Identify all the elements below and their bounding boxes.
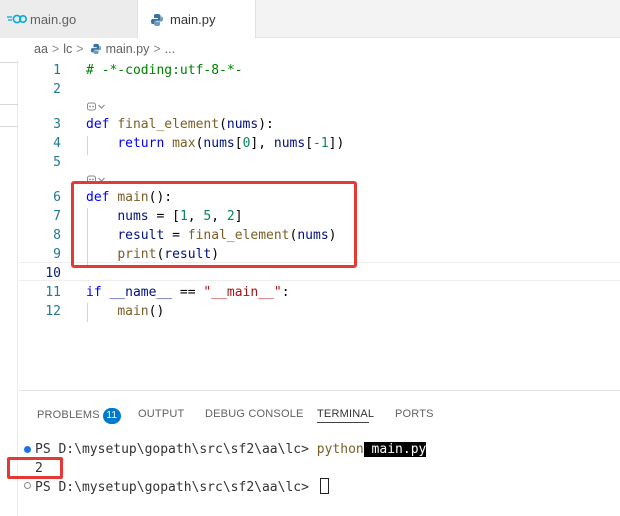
- line-number: 9: [53, 247, 61, 262]
- line-number: 7: [53, 209, 61, 224]
- tab-label: main.go: [30, 11, 77, 27]
- code-line: 4 return max(nums[0], nums[-1]): [19, 134, 620, 153]
- line-number: 12: [45, 304, 61, 319]
- command-pending-dot[interactable]: [24, 482, 31, 489]
- python-icon: [151, 14, 163, 26]
- breadcrumb: aa > lc > main.py > ...: [0, 38, 620, 60]
- terminal-prompt: PS D:\mysetup\gopath\src\sf2\aa\lc>: [35, 442, 317, 457]
- chevron-down-icon: [98, 104, 105, 109]
- tab-ports[interactable]: PORTS: [395, 408, 434, 420]
- codelens[interactable]: [86, 101, 106, 112]
- line-number: 4: [53, 136, 61, 151]
- terminal-cursor: [319, 478, 329, 494]
- breadcrumb-separator: >: [153, 42, 161, 56]
- line-number: 11: [45, 285, 61, 300]
- code-line: 1 # -*-coding:utf-8-*-: [19, 61, 620, 80]
- editor-tab-bar: main.go main.py: [0, 0, 620, 39]
- breadcrumb-separator: >: [76, 42, 84, 56]
- tab-main-py[interactable]: main.py: [138, 0, 256, 39]
- breadcrumb-item-lc[interactable]: lc: [63, 42, 72, 56]
- code-text: # -*-coding:utf-8-*-: [86, 63, 243, 78]
- python-icon: [90, 43, 101, 55]
- strip-divider: [0, 62, 18, 63]
- tab-problems[interactable]: PROBLEMS 11: [37, 408, 121, 424]
- code-text: return max(nums[0], nums[-1]): [117, 136, 345, 151]
- tab-label: PROBLEMS: [37, 409, 100, 421]
- codelens-row: [19, 97, 620, 116]
- terminal-line-1[interactable]: PS D:\mysetup\gopath\src\sf2\aa\lc> pyth…: [35, 442, 427, 457]
- line-number: 8: [53, 228, 61, 243]
- line-number: 10: [45, 266, 61, 281]
- breadcrumb-item-main-py[interactable]: main.py: [106, 42, 150, 56]
- active-tab-indicator: [317, 422, 369, 423]
- tab-output[interactable]: OUTPUT: [138, 408, 184, 420]
- strip-divider: [0, 126, 18, 127]
- problems-count-badge: 11: [102, 408, 121, 424]
- tab-main-go[interactable]: main.go: [0, 0, 138, 38]
- command-success-dot[interactable]: [24, 446, 31, 453]
- terminal-command: python: [316, 442, 364, 457]
- panel-tabs: PROBLEMS 11 OUTPUT DEBUG CONSOLE TERMINAL…: [19, 391, 620, 425]
- code-line: 12 main(): [19, 302, 620, 321]
- code-text: if __name__ == "__main__":: [86, 285, 290, 300]
- terminal-argument: main.py: [363, 442, 427, 457]
- highlight-box-output: [7, 457, 63, 479]
- line-number: 5: [53, 155, 61, 170]
- code-text: main(): [117, 304, 165, 319]
- tab-debug-console[interactable]: DEBUG CONSOLE: [205, 408, 304, 420]
- line-number: 1: [53, 63, 61, 78]
- line-number: 3: [53, 117, 61, 132]
- tab-label: main.py: [170, 12, 216, 27]
- terminal-line-2[interactable]: PS D:\mysetup\gopath\src\sf2\aa\lc>: [35, 478, 329, 495]
- breadcrumb-separator: >: [51, 42, 60, 56]
- line-number: 6: [53, 190, 61, 205]
- breadcrumb-item-more[interactable]: ...: [165, 42, 175, 56]
- highlight-box-main-function: [71, 181, 357, 268]
- strip-divider: [0, 104, 18, 105]
- go-icon: [7, 14, 27, 24]
- code-text: def final_element(nums):: [86, 117, 274, 132]
- activity-strip: [0, 60, 18, 516]
- code-line: 11 if __name__ == "__main__":: [19, 283, 620, 302]
- breadcrumb-item-aa[interactable]: aa: [34, 42, 48, 56]
- tab-terminal[interactable]: TERMINAL: [317, 408, 374, 420]
- copilot-icon: [87, 102, 96, 111]
- line-number: 2: [53, 82, 61, 97]
- code-line: 3 def final_element(nums):: [19, 115, 620, 134]
- terminal-prompt: PS D:\mysetup\gopath\src\sf2\aa\lc>: [35, 480, 317, 495]
